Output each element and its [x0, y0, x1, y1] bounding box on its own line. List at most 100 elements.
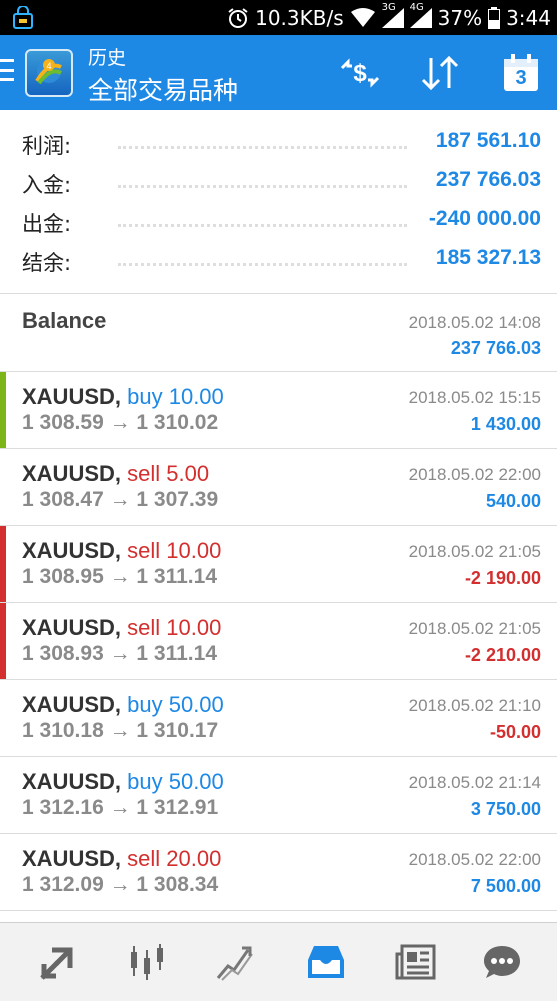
summary-value: 185 327.13: [435, 246, 541, 269]
trade-symbol: XAUUSD,: [22, 692, 122, 717]
trade-title: XAUUSD, sell 20.00: [22, 846, 221, 872]
wifi-icon: [350, 7, 376, 28]
summary-panel: 利润: 187 561.10 入金: 237 766.03 出金: -240 0…: [0, 110, 557, 294]
sort-icon[interactable]: [416, 49, 464, 97]
balance-amount: 237 766.03: [450, 338, 541, 358]
trade-prices: 1 310.18 → 1 310.17: [22, 719, 219, 742]
history-inbox-icon[interactable]: [301, 937, 351, 987]
summary-value: -240 000.00: [428, 207, 541, 230]
trade-row[interactable]: XAUUSD, sell 10.00 1 308.95 → 1 311.14 201…: [0, 526, 557, 603]
svg-text:4: 4: [46, 61, 51, 71]
trade-title: XAUUSD, buy 50.00: [22, 769, 224, 795]
alarm-icon: [227, 7, 249, 29]
trade-symbol: XAUUSD,: [22, 769, 122, 794]
dotted-leader: [118, 146, 407, 149]
trade-icon[interactable]: [211, 937, 261, 987]
trade-date: 2018.05.02 21:05: [408, 619, 541, 638]
summary-row-withdrawal: 出金: -240 000.00: [0, 204, 557, 243]
summary-label: 结余:: [22, 251, 72, 275]
clock: 3:44: [506, 5, 551, 30]
trade-profit: -2 190.00: [464, 568, 541, 588]
balance-row[interactable]: Balance 2018.05.02 14:08 237 766.03: [0, 294, 557, 372]
app-bar: 4 历史 全部交易品种 $ 3: [0, 35, 557, 110]
balance-date: 2018.05.02 14:08: [408, 313, 541, 332]
trade-date: 2018.05.02 21:10: [408, 696, 541, 715]
balance-title: Balance: [22, 308, 107, 333]
trade-symbol: XAUUSD,: [22, 538, 122, 563]
trade-profit: 7 500.00: [470, 876, 541, 896]
trade-status-marker: [0, 372, 6, 448]
trade-profit: -2 210.00: [464, 645, 541, 665]
network-speed: 10.3KB/s: [255, 5, 344, 30]
menu-icon[interactable]: [0, 59, 16, 81]
summary-row-deposit: 入金: 237 766.03: [0, 165, 557, 204]
trade-symbol: XAUUSD,: [22, 461, 122, 486]
calendar-icon[interactable]: 3: [497, 49, 545, 97]
trade-title: XAUUSD, sell 10.00: [22, 615, 221, 641]
trade-symbol: XAUUSD,: [22, 846, 122, 871]
trade-side: sell 10.00: [127, 615, 222, 640]
trade-prices: 1 308.95 → 1 311.14: [22, 565, 217, 588]
trade-profit: 1 430.00: [470, 414, 541, 434]
quotes-icon[interactable]: [33, 937, 83, 987]
trade-prices: 1 312.09 → 1 308.34: [22, 873, 219, 896]
trade-title: XAUUSD, buy 10.00: [22, 384, 224, 410]
trade-prices: 1 308.47 → 1 307.39: [22, 488, 219, 511]
trade-status-marker: [0, 526, 6, 602]
dotted-leader: [118, 224, 407, 227]
summary-value: 187 561.10: [435, 129, 541, 152]
trade-title: XAUUSD, sell 10.00: [22, 538, 221, 564]
chart-candles-icon[interactable]: [122, 937, 172, 987]
status-bar: 10.3KB/s 3G 4G 37% 3:44: [0, 0, 557, 35]
net-4g-label: 4G: [409, 1, 424, 13]
trade-date: 2018.05.02 15:15: [408, 388, 541, 407]
trade-profit: 3 750.00: [470, 799, 541, 819]
net-3g-label: 3G: [381, 1, 396, 13]
trade-prices: 1 308.59 → 1 310.02: [22, 411, 219, 434]
symbol-filter-selector[interactable]: 全部交易品种: [88, 71, 238, 107]
trade-row[interactable]: XAUUSD, buy 10.00 1 308.59 → 1 310.02 2018…: [0, 372, 557, 449]
battery-icon: [488, 6, 501, 29]
currency-exchange-icon[interactable]: $: [336, 49, 384, 97]
trade-side: buy 50.00: [127, 769, 224, 794]
signal-4g-icon: 4G: [409, 2, 432, 28]
trade-row[interactable]: XAUUSD, sell 10.00 1 308.93 → 1 311.14 201…: [0, 603, 557, 680]
signal-3g-icon: 3G: [381, 2, 404, 28]
trade-profit: 540.00: [485, 491, 541, 511]
trade-date: 2018.05.02 21:14: [408, 773, 541, 792]
notification-app-icon: [12, 5, 34, 30]
trade-status-marker: [0, 603, 6, 679]
trade-side: sell 20.00: [127, 846, 222, 871]
trade-side: sell 5.00: [127, 461, 210, 486]
summary-value: 237 766.03: [435, 168, 541, 191]
news-icon[interactable]: [391, 937, 441, 987]
trade-date: 2018.05.02 21:05: [408, 542, 541, 561]
trade-row[interactable]: XAUUSD, sell 20.00 1 312.09 → 1 308.34 201…: [0, 834, 557, 911]
summary-label: 入金:: [22, 173, 72, 197]
trade-row[interactable]: XAUUSD, buy 50.00 1 312.16 → 1 312.91 2018…: [0, 757, 557, 834]
dotted-leader: [118, 185, 407, 188]
battery-percent: 37%: [437, 5, 483, 30]
dotted-leader: [118, 263, 407, 266]
trade-prices: 1 312.16 → 1 312.91: [22, 796, 219, 819]
summary-row-balance: 结余: 185 327.13: [0, 243, 557, 282]
trade-date: 2018.05.02 22:00: [408, 465, 541, 484]
trade-row[interactable]: XAUUSD, buy 50.00 1 310.18 → 1 310.17 2018…: [0, 680, 557, 757]
trade-symbol: XAUUSD,: [22, 384, 122, 409]
trade-side: buy 10.00: [127, 384, 224, 409]
summary-row-profit: 利润: 187 561.10: [0, 126, 557, 165]
trade-row[interactable]: XAUUSD, sell 5.00 1 308.47 → 1 307.39 2018…: [0, 449, 557, 526]
trade-title: XAUUSD, buy 50.00: [22, 692, 224, 718]
trade-prices: 1 308.93 → 1 311.14: [22, 642, 217, 665]
app-logo[interactable]: 4: [25, 49, 73, 97]
bottom-navigation: [0, 922, 557, 1001]
trade-date: 2018.05.02 22:00: [408, 850, 541, 869]
summary-label: 利润:: [22, 134, 72, 158]
calendar-day: 3: [515, 67, 527, 89]
trade-title: XAUUSD, sell 5.00: [22, 461, 209, 487]
page-title: 历史: [88, 47, 127, 69]
chat-icon[interactable]: [477, 937, 527, 987]
summary-label: 出金:: [22, 212, 72, 236]
trade-side: sell 10.00: [127, 538, 222, 563]
trade-symbol: XAUUSD,: [22, 615, 122, 640]
